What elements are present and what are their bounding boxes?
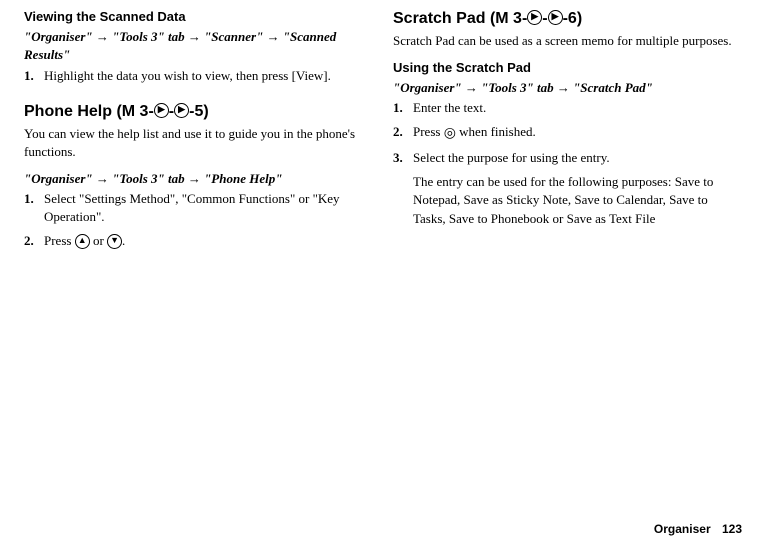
section-scanned-data: Viewing the Scanned Data "Organiser" → "… (24, 8, 373, 85)
step-number: 1. (24, 67, 44, 85)
step-text: Enter the text. (413, 99, 742, 117)
menu-code: (M 3---5) (116, 103, 208, 120)
page-footer: Organiser 123 (654, 521, 742, 538)
crumb: "Organiser" (24, 171, 93, 186)
step-text: Press or . (44, 232, 373, 250)
step-number: 1. (24, 190, 44, 208)
scratch-note: The entry can be used for the following … (413, 173, 742, 228)
section-phone-help: Phone Help (M 3---5) You can view the he… (24, 101, 373, 251)
step-number: 2. (24, 232, 44, 250)
step-text: Select "Settings Method", "Common Functi… (44, 190, 373, 226)
step-number: 1. (393, 99, 413, 117)
scratch-breadcrumb: "Organiser" → "Tools 3" tab → "Scratch P… (393, 79, 742, 97)
center-key-icon (444, 123, 456, 143)
step-text: Select the purpose for using the entry. (413, 149, 742, 167)
step: 3. Select the purpose for using the entr… (393, 149, 742, 167)
heading-title: Scratch Pad (393, 10, 490, 27)
scanned-heading: Viewing the Scanned Data (24, 8, 373, 26)
crumb: "Organiser" (393, 80, 462, 95)
left-column: Viewing the Scanned Data "Organiser" → "… (24, 8, 373, 256)
scanned-breadcrumb: "Organiser" → "Tools 3" tab → "Scanner" … (24, 28, 373, 64)
step-text: Highlight the data you wish to view, the… (44, 67, 373, 85)
crumb: "Tools 3" tab (481, 80, 553, 95)
scanned-steps: 1. Highlight the data you wish to view, … (24, 67, 373, 85)
using-heading: Using the Scratch Pad (393, 59, 742, 77)
section-scratch-pad: Scratch Pad (M 3---6) Scratch Pad can be… (393, 8, 742, 228)
footer-page: 123 (722, 522, 742, 536)
step: 1. Select "Settings Method", "Common Fun… (24, 190, 373, 226)
right-arrow-icon (174, 103, 189, 118)
right-arrow-icon (527, 10, 542, 25)
right-arrow-icon (548, 10, 563, 25)
footer-label: Organiser (654, 522, 711, 536)
step-number: 2. (393, 123, 413, 141)
crumb: "Scanner" (204, 29, 263, 44)
right-column: Scratch Pad (M 3---6) Scratch Pad can be… (393, 8, 742, 256)
crumb: "Scratch Pad" (573, 80, 653, 95)
scratch-intro: Scratch Pad can be used as a screen memo… (393, 32, 742, 50)
right-arrow-icon (154, 103, 169, 118)
step: 1. Highlight the data you wish to view, … (24, 67, 373, 85)
step: 1. Enter the text. (393, 99, 742, 117)
step: 2. Press or . (24, 232, 373, 250)
down-arrow-icon (107, 234, 122, 249)
crumb: "Tools 3" tab (112, 29, 184, 44)
heading-title: Phone Help (24, 103, 116, 120)
up-arrow-icon (75, 234, 90, 249)
step-text: Press when finished. (413, 123, 742, 143)
phone-help-breadcrumb: "Organiser" → "Tools 3" tab → "Phone Hel… (24, 170, 373, 188)
phone-help-heading: Phone Help (M 3---5) (24, 101, 373, 123)
menu-code: (M 3---6) (490, 10, 582, 27)
step: 2. Press when finished. (393, 123, 742, 143)
crumb: "Organiser" (24, 29, 93, 44)
scratch-steps: 1. Enter the text. 2. Press when finishe… (393, 99, 742, 167)
scratch-pad-heading: Scratch Pad (M 3---6) (393, 8, 742, 30)
crumb: "Tools 3" tab (112, 171, 184, 186)
phone-help-intro: You can view the help list and use it to… (24, 125, 373, 161)
phone-help-steps: 1. Select "Settings Method", "Common Fun… (24, 190, 373, 251)
step-number: 3. (393, 149, 413, 167)
crumb: "Phone Help" (204, 171, 282, 186)
